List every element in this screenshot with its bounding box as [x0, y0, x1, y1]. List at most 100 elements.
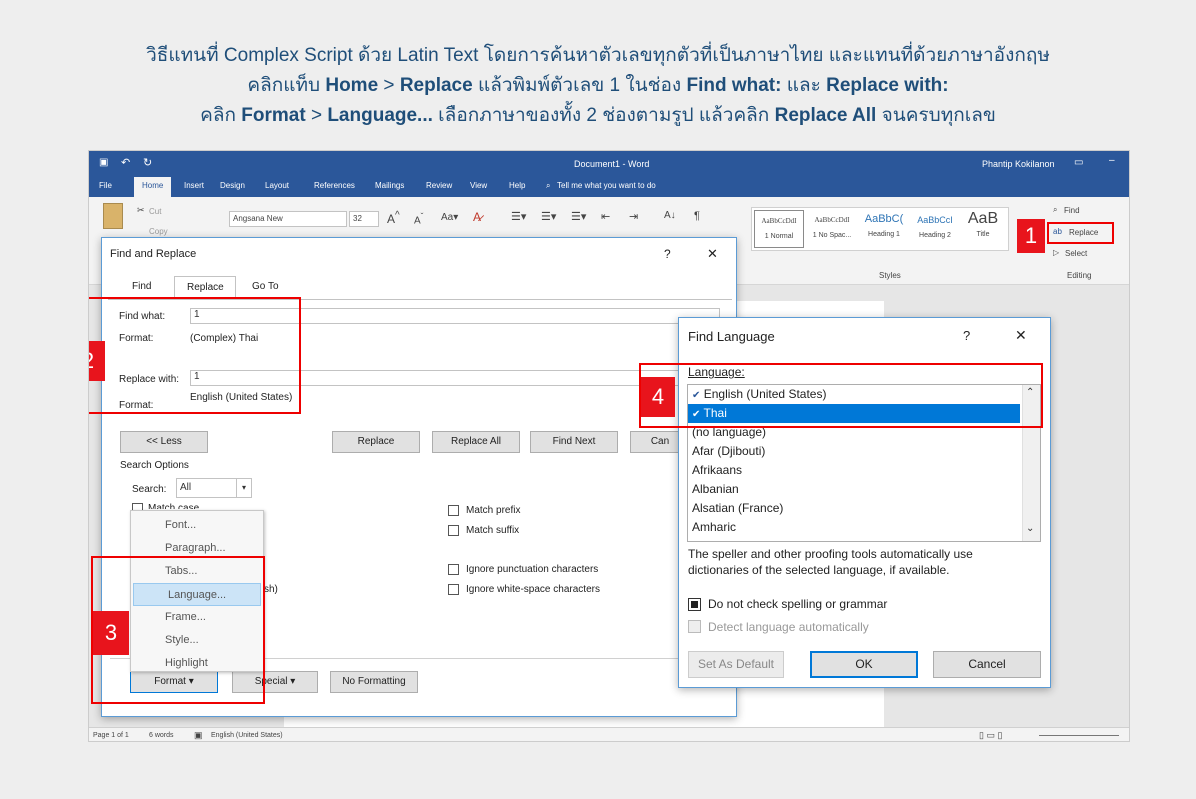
help-button[interactable]: ? — [963, 328, 970, 343]
list-item[interactable]: Albanian — [688, 480, 1020, 499]
style-title[interactable]: AaB Title — [960, 210, 1006, 248]
replace-button[interactable]: Replace — [332, 431, 420, 453]
list-item[interactable]: Alsatian (France) — [688, 499, 1020, 518]
caption-text: แล้วพิมพ์ตัวเลข 1 ในช่อง — [472, 75, 687, 96]
detect-checkbox[interactable] — [688, 620, 701, 633]
ignore-punct-checkbox[interactable] — [448, 564, 459, 575]
style-name: Heading 2 — [919, 232, 951, 239]
ignore-ws-checkbox[interactable] — [448, 584, 459, 595]
caption-replace: Replace — [399, 75, 473, 96]
clear-format-icon[interactable]: A̷ — [473, 210, 481, 224]
tab-mailings[interactable]: Mailings — [375, 181, 404, 190]
search-direction-select[interactable]: All — [176, 478, 238, 498]
zoom-slider[interactable] — [1039, 735, 1119, 736]
ribbon-display-icon[interactable]: ▭ — [1074, 157, 1083, 168]
redo-icon[interactable]: ↻ — [143, 156, 152, 169]
change-case-icon[interactable]: Aa▾ — [441, 212, 458, 223]
style-normal[interactable]: AaBbCcDdI 1 Normal — [754, 210, 804, 248]
styles-group-label: Styles — [879, 271, 901, 280]
caption-line-1: วิธีแทนที่ Complex Script ด้วย Latin Tex… — [146, 45, 1050, 66]
status-bar: Page 1 of 1 6 words ▣ English (United St… — [89, 727, 1129, 741]
status-language[interactable]: English (United States) — [211, 732, 283, 739]
style-no-spacing[interactable]: AaBbCcDdI 1 No Spac... — [806, 210, 858, 248]
numbering-icon[interactable]: ☰▾ — [541, 210, 556, 223]
list-item[interactable]: Amharic — [688, 518, 1020, 537]
tab-file[interactable]: File — [99, 181, 112, 190]
tab-review[interactable]: Review — [426, 181, 452, 190]
list-item[interactable]: Afar (Djibouti) — [688, 442, 1020, 461]
ignore-punct-label: Ignore punctuation characters — [466, 564, 599, 575]
tab-layout[interactable]: Layout — [265, 181, 289, 190]
multilevel-icon[interactable]: ☰▾ — [571, 210, 586, 223]
cut-icon[interactable]: ✂ — [137, 205, 145, 216]
grow-font-icon[interactable]: A^ — [387, 210, 400, 226]
cut-label[interactable]: Cut — [149, 207, 161, 216]
close-icon[interactable]: ✕ — [1015, 327, 1027, 344]
help-button[interactable]: ? — [664, 247, 671, 261]
tab-insert[interactable]: Insert — [184, 181, 204, 190]
no-check-checkbox[interactable] — [688, 598, 701, 611]
bullets-icon[interactable]: ☰▾ — [511, 210, 526, 223]
word-title-bar: ▣ ↶ ↻ Document1 - Word Phantip Kokilanon… — [89, 151, 1129, 177]
view-buttons-icon[interactable]: ▯ ▭ ▯ — [979, 730, 1002, 741]
tab-help[interactable]: Help — [509, 181, 525, 190]
find-next-button[interactable]: Find Next — [530, 431, 618, 453]
tab-design[interactable]: Design — [220, 181, 245, 190]
cancel-button[interactable]: Cancel — [933, 651, 1041, 678]
copy-label[interactable]: Copy — [149, 227, 168, 236]
no-formatting-button[interactable]: No Formatting — [330, 671, 418, 693]
pilcrow-icon[interactable]: ¶ — [694, 210, 700, 222]
match-suffix-checkbox[interactable] — [448, 525, 459, 536]
shrink-font-icon[interactable]: Aˇ — [414, 211, 423, 226]
tab-view[interactable]: View — [470, 181, 487, 190]
chevron-down-icon[interactable]: ▾ — [236, 478, 252, 498]
tab-goto[interactable]: Go To — [252, 281, 279, 292]
match-prefix-checkbox[interactable] — [448, 505, 459, 516]
ribbon-tabs: File Home Insert Design Layout Reference… — [89, 177, 1129, 197]
less-button[interactable]: << Less — [120, 431, 208, 453]
style-sample: AaBbCcDdI — [814, 216, 850, 224]
undo-icon[interactable]: ↶ — [121, 156, 130, 169]
status-words[interactable]: 6 words — [149, 732, 174, 739]
save-icon[interactable]: ▣ — [99, 157, 108, 168]
annotation-box-language-list — [639, 363, 1043, 428]
dialog-title: Find Language — [688, 329, 775, 344]
list-item[interactable]: Afrikaans — [688, 461, 1020, 480]
no-check-label: Do not check spelling or grammar — [708, 597, 888, 611]
paste-icon[interactable] — [103, 203, 123, 229]
font-name-box[interactable]: Angsana New — [229, 211, 347, 227]
select-label[interactable]: Select — [1065, 249, 1087, 258]
proofing-icon[interactable]: ▣ — [194, 730, 203, 741]
decrease-indent-icon[interactable]: ⇤ — [601, 210, 610, 223]
search-icon[interactable]: ⌕ — [546, 181, 550, 191]
find-icon[interactable]: ⌕ — [1053, 205, 1057, 215]
menu-item-font[interactable]: Font... — [131, 514, 263, 537]
annotation-box-find-fields — [89, 297, 301, 414]
annotation-box-replace — [1047, 222, 1114, 244]
language-description: The speller and other proofing tools aut… — [688, 547, 973, 577]
tab-home[interactable]: Home — [134, 177, 172, 197]
style-heading-2[interactable]: AaBbCcI Heading 2 — [910, 210, 960, 248]
replace-all-button[interactable]: Replace All — [432, 431, 520, 453]
step-badge-4: 4 — [641, 377, 675, 417]
sort-icon[interactable]: A↓ — [664, 210, 676, 221]
style-name: 1 Normal — [764, 233, 794, 240]
increase-indent-icon[interactable]: ⇥ — [629, 210, 638, 223]
set-default-button[interactable]: Set As Default — [688, 651, 784, 678]
find-label[interactable]: Find — [1064, 206, 1080, 215]
tab-references[interactable]: References — [314, 181, 355, 190]
ok-button[interactable]: OK — [810, 651, 918, 678]
tab-find[interactable]: Find — [132, 281, 151, 292]
font-size-box[interactable]: 32 — [349, 211, 379, 227]
style-heading-1[interactable]: AaBbC( Heading 1 — [858, 210, 910, 248]
caption-line-3: คลิก Format > Language... เลือกภาษาของทั… — [0, 100, 1196, 130]
close-icon[interactable]: ✕ — [707, 246, 718, 262]
caption-text: และ — [781, 75, 827, 96]
minimize-icon[interactable]: – — [1109, 155, 1115, 166]
tell-me-box[interactable]: Tell me what you want to do — [557, 181, 656, 190]
select-icon[interactable]: ▷ — [1053, 248, 1059, 257]
status-page[interactable]: Page 1 of 1 — [93, 732, 129, 739]
style-name: Title — [976, 231, 990, 238]
caption-format: Format — [241, 105, 306, 126]
scroll-down-icon[interactable]: ⌄ — [1026, 523, 1034, 534]
